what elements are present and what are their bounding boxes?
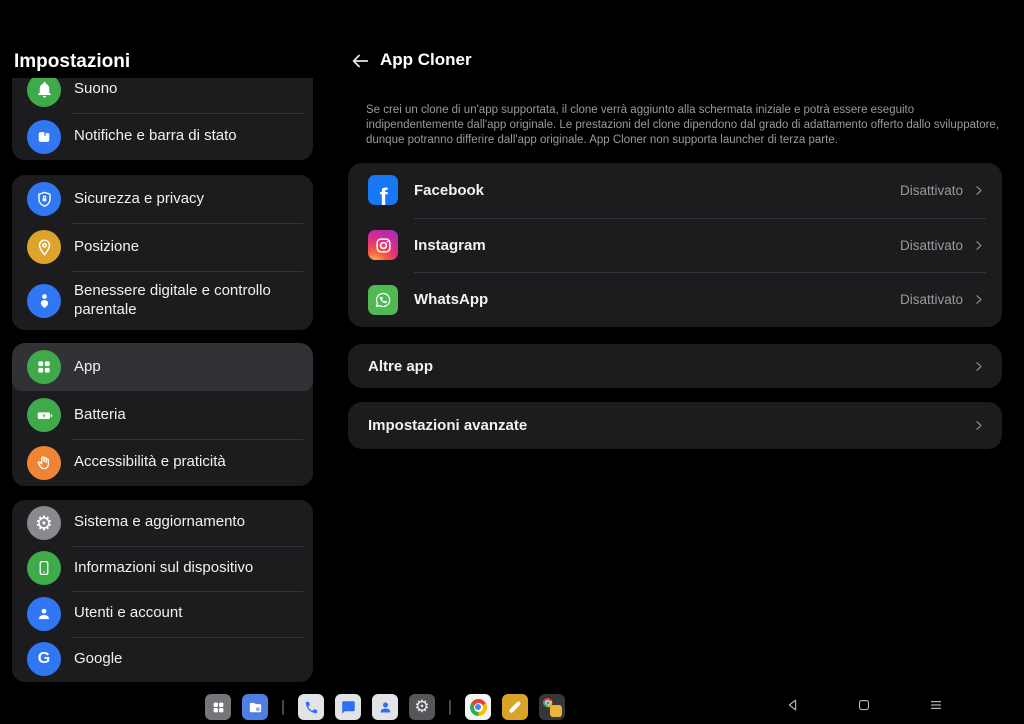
app-row-whatsapp[interactable]: WhatsApp Disattivato (348, 272, 1002, 327)
app-name: WhatsApp (414, 291, 900, 308)
app-cloner-dock-icon[interactable] (539, 694, 565, 720)
battery-setting-icon (27, 398, 61, 432)
app-drawer-icon[interactable] (205, 694, 231, 720)
google-icon: G (27, 642, 61, 676)
app-row-facebook[interactable]: f Facebook Disattivato (348, 163, 1002, 218)
instagram-icon (368, 230, 398, 260)
notifications-icon (27, 120, 61, 154)
sidebar-item-label: Accessibilità e praticità (74, 453, 226, 472)
back-button[interactable] (346, 47, 374, 75)
security-shield-icon (27, 182, 61, 216)
sidebar-item-notifiche[interactable]: Notifiche e barra di stato (12, 113, 313, 160)
sidebar-item-label: Notifiche e barra di stato (74, 127, 237, 146)
device-info-icon (27, 551, 61, 585)
sidebar-item-label: App (74, 358, 101, 377)
advanced-settings-button[interactable]: Impostazioni avanzate (348, 402, 1002, 449)
more-apps-label: Altre app (368, 358, 971, 375)
app-status: Disattivato (900, 238, 963, 253)
sidebar-group-2: Sicurezza e privacy Posizione Benessere … (12, 175, 313, 330)
sound-icon (27, 78, 61, 107)
app-name: Facebook (414, 182, 900, 199)
sidebar-item-benessere[interactable]: Benessere digitale e controllo parentale (12, 271, 313, 330)
files-icon[interactable] (242, 694, 268, 720)
settings-dock-icon[interactable]: ⚙ (409, 694, 435, 720)
chrome-icon[interactable] (465, 694, 491, 720)
sidebar-item-accessibilita[interactable]: Accessibilità e praticità (12, 439, 313, 486)
sidebar-item-google[interactable]: G Google (12, 637, 313, 683)
sidebar-item-label: Posizione (74, 238, 139, 257)
users-icon (27, 597, 61, 631)
advanced-settings-label: Impostazioni avanzate (368, 417, 971, 434)
nav-back-button[interactable] (782, 694, 804, 716)
sidebar-group-3: App Batteria Accessibilità e praticità (12, 343, 313, 486)
app-row-instagram[interactable]: Instagram Disattivato (348, 218, 1002, 273)
sidebar-group-1: Suono Notifiche e barra di stato (12, 78, 313, 160)
messages-icon[interactable] (335, 694, 361, 720)
app-name: Instagram (414, 237, 900, 254)
description-text: Se crei un clone di un'app supportata, i… (366, 103, 1000, 148)
whatsapp-icon (368, 285, 398, 315)
phone-icon[interactable] (298, 694, 324, 720)
sidebar-item-sicurezza[interactable]: Sicurezza e privacy (12, 175, 313, 223)
dock-divider (449, 700, 451, 715)
nav-recents-button[interactable] (925, 694, 947, 716)
sidebar-item-label: Google (74, 650, 122, 669)
chevron-right-icon (971, 418, 986, 433)
cloneable-apps-card: f Facebook Disattivato Instagram Disatti… (348, 163, 1002, 327)
sidebar-item-utenti[interactable]: Utenti e account (12, 591, 313, 637)
panel-title: App Cloner (380, 50, 472, 70)
sidebar-item-sistema[interactable]: ⚙ Sistema e aggiornamento (12, 500, 313, 546)
sidebar-item-label: Benessere digitale e controllo parentale (74, 282, 303, 320)
wellbeing-icon (27, 284, 61, 318)
sidebar-item-suono[interactable]: Suono (12, 78, 313, 113)
sidebar-item-app[interactable]: App (12, 343, 313, 391)
dock-divider (282, 700, 284, 715)
apps-icon (27, 350, 61, 384)
sidebar-item-informazioni[interactable]: Informazioni sul dispositivo (12, 546, 313, 592)
sidebar-group-4: ⚙ Sistema e aggiornamento Informazioni s… (12, 500, 313, 682)
more-apps-button[interactable]: Altre app (348, 344, 1002, 388)
sidebar-item-label: Sicurezza e privacy (74, 190, 204, 209)
contacts-icon[interactable] (372, 694, 398, 720)
location-icon (27, 230, 61, 264)
chevron-right-icon (971, 183, 986, 198)
nav-home-button[interactable] (853, 694, 875, 716)
sidebar-item-label: Sistema e aggiornamento (74, 513, 245, 532)
sidebar-item-posizione[interactable]: Posizione (12, 223, 313, 271)
system-gear-icon: ⚙ (27, 506, 61, 540)
app-cloner-panel: App Cloner Se crei un clone di un'app su… (330, 0, 1024, 724)
sidebar-item-batteria[interactable]: Batteria (12, 391, 313, 439)
chevron-right-icon (971, 238, 986, 253)
facebook-icon: f (368, 175, 398, 205)
sidebar-item-label: Utenti e account (74, 604, 182, 623)
chevron-right-icon (971, 359, 986, 374)
notes-icon[interactable] (502, 694, 528, 720)
settings-sidebar: Impostazioni Suono Notifiche e barra di … (0, 0, 330, 724)
sidebar-item-label: Suono (74, 80, 117, 99)
sidebar-item-label: Batteria (74, 406, 126, 425)
app-status: Disattivato (900, 292, 963, 307)
chevron-right-icon (971, 292, 986, 307)
sidebar-item-label: Informazioni sul dispositivo (74, 559, 253, 578)
page-title: Impostazioni (14, 51, 130, 73)
accessibility-icon (27, 446, 61, 480)
dock-icons: ⚙ (205, 694, 565, 720)
app-status: Disattivato (900, 183, 963, 198)
sidebar-header: Impostazioni (0, 30, 330, 78)
